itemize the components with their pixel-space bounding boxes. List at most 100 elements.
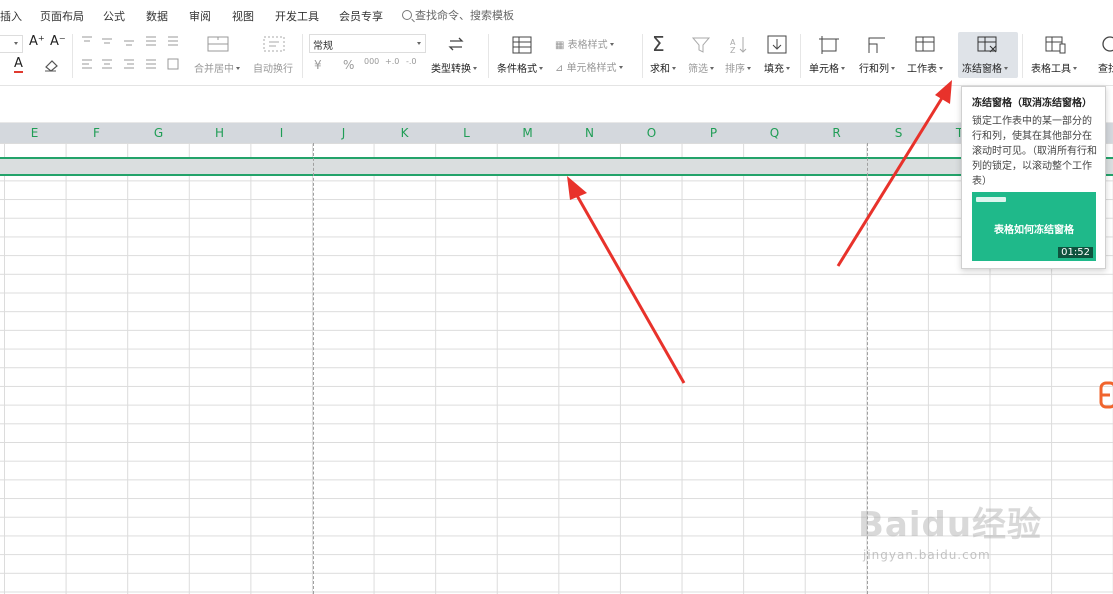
align-left-icon[interactable]	[80, 57, 180, 71]
tooltip-title: 冻结窗格（取消冻结窗格）	[972, 98, 1092, 109]
chevron-down-icon	[891, 67, 895, 70]
ribbon-toolbar: A⁺ A⁻ A 合并居中 自动换行 常规 ¥ % 000 +.0 -.0 类型转…	[0, 30, 1113, 86]
fill-icon[interactable]	[767, 35, 787, 55]
menu-data[interactable]: 数据	[146, 8, 168, 24]
font-color-button[interactable]: A	[14, 57, 23, 73]
column-header-k[interactable]: K	[374, 126, 435, 140]
wrap-text-button[interactable]: 自动换行	[253, 60, 293, 75]
worksheet-icon[interactable]	[915, 36, 935, 54]
find-button[interactable]: 查找	[1098, 60, 1113, 75]
row-col-button[interactable]: 行和列	[859, 60, 895, 75]
sum-icon[interactable]: Σ	[652, 32, 665, 56]
column-header-r[interactable]: R	[806, 126, 867, 140]
font-decrease-button[interactable]: A⁻	[50, 34, 66, 49]
menu-review[interactable]: 审阅	[189, 8, 211, 24]
freeze-panes-button[interactable]: 冻结窗格	[958, 32, 1018, 78]
video-title: 表格如何冻结窗格	[994, 225, 1074, 236]
menu-insert[interactable]: 插入	[0, 8, 22, 24]
column-header-l[interactable]: L	[436, 126, 497, 140]
chevron-down-icon	[236, 67, 240, 70]
fill-button[interactable]: 填充	[764, 60, 790, 75]
column-header-q[interactable]: Q	[744, 126, 805, 140]
column-header-o[interactable]: O	[621, 126, 682, 140]
chevron-down-icon	[1073, 67, 1077, 70]
worksheet-button[interactable]: 工作表	[907, 60, 943, 75]
table-tools-icon[interactable]	[1045, 36, 1067, 54]
decimal-increase-button[interactable]: +.0	[385, 57, 399, 66]
formula-bar[interactable]	[0, 86, 1113, 123]
wrap-text-icon[interactable]	[263, 36, 285, 52]
menu-bar: 插入 页面布局 公式 数据 审阅 视图 开发工具 会员专享 查找命令、搜索模板	[0, 0, 1113, 30]
watermark-logo: Baidu经验	[858, 505, 1043, 545]
menu-member[interactable]: 会员专享	[339, 8, 383, 24]
conditional-format-button[interactable]: 条件格式	[497, 60, 543, 75]
filter-button[interactable]: 筛选	[688, 60, 714, 75]
chevron-down-icon	[609, 43, 614, 46]
menu-developer[interactable]: 开发工具	[275, 8, 319, 24]
tutorial-video[interactable]: 表格如何冻结窗格 01:52	[972, 192, 1096, 261]
chevron-down-icon	[747, 67, 751, 70]
chevron-down-icon	[1004, 67, 1008, 70]
column-header-h[interactable]: H	[189, 126, 250, 140]
percent-button[interactable]: %	[343, 58, 354, 72]
type-convert-button[interactable]: 类型转换	[431, 60, 477, 75]
sort-button[interactable]: 排序	[725, 60, 751, 75]
cell-button[interactable]: 单元格	[809, 60, 845, 75]
cell-style-button[interactable]: ⊿ 单元格样式	[555, 59, 623, 74]
menu-view[interactable]: 视图	[232, 8, 254, 24]
chevron-down-icon	[473, 67, 477, 70]
command-search[interactable]: 查找命令、搜索模板	[402, 7, 514, 23]
video-duration: 01:52	[1058, 247, 1093, 258]
column-header-n[interactable]: N	[559, 126, 620, 140]
column-header-i[interactable]: I	[251, 126, 312, 140]
column-header-m[interactable]: M	[497, 126, 558, 140]
column-header-f[interactable]: F	[66, 126, 127, 140]
number-format-select[interactable]: 常规	[309, 34, 426, 53]
page-break-line	[313, 143, 314, 594]
chevron-down-icon	[786, 67, 790, 70]
chevron-down-icon	[841, 67, 845, 70]
cell-icon[interactable]	[819, 36, 839, 54]
freeze-panes-tooltip: 冻结窗格（取消冻结窗格） 锁定工作表中的某一部分的行和列，使其在其他部分在滚动时…	[961, 86, 1106, 269]
column-header-e[interactable]: E	[4, 126, 65, 140]
sort-icon[interactable]: AZ	[729, 35, 749, 55]
chevron-down-icon	[618, 66, 623, 69]
menu-page-layout[interactable]: 页面布局	[40, 8, 84, 24]
chevron-down-icon	[14, 42, 18, 45]
search-icon	[402, 10, 412, 20]
menu-formulas[interactable]: 公式	[103, 8, 125, 24]
thousands-button[interactable]: 000	[364, 57, 379, 66]
selected-row[interactable]	[0, 157, 1113, 176]
column-header-j[interactable]: J	[313, 126, 374, 140]
tooltip-body: 锁定工作表中的某一部分的行和列，使其在其他部分在滚动时可见。（取消所有行和列的锁…	[972, 116, 1097, 187]
column-header-s[interactable]: S	[868, 126, 929, 140]
chevron-down-icon	[672, 67, 676, 70]
chevron-down-icon	[710, 67, 714, 70]
side-floating-icon[interactable]	[1098, 381, 1113, 409]
merge-center-icon[interactable]	[207, 36, 229, 52]
eraser-icon[interactable]	[43, 58, 63, 72]
command-search-placeholder: 查找命令、搜索模板	[415, 9, 514, 22]
align-top-icon[interactable]	[80, 34, 180, 48]
table-style-button[interactable]: ▦ 表格样式	[555, 36, 614, 51]
decimal-decrease-button[interactable]: -.0	[406, 57, 417, 66]
find-icon[interactable]	[1101, 35, 1113, 53]
video-logo	[976, 197, 1006, 202]
table-tools-button[interactable]: 表格工具	[1031, 60, 1077, 75]
filter-icon[interactable]	[692, 36, 710, 54]
chevron-down-icon	[539, 67, 543, 70]
conditional-format-icon[interactable]	[512, 36, 532, 54]
chevron-down-icon	[939, 67, 943, 70]
merge-center-button[interactable]: 合并居中	[194, 60, 240, 75]
freeze-panes-label: 冻结窗格	[962, 60, 1008, 75]
column-header-g[interactable]: G	[128, 126, 189, 140]
type-convert-icon[interactable]	[446, 36, 466, 52]
watermark-url: jingyan.baidu.com	[863, 548, 991, 562]
freeze-panes-icon	[977, 36, 999, 54]
column-header-p[interactable]: P	[683, 126, 744, 140]
currency-button[interactable]: ¥	[314, 58, 322, 72]
font-increase-button[interactable]: A⁺	[29, 34, 45, 49]
row-col-icon[interactable]	[867, 36, 887, 54]
sum-button[interactable]: 求和	[650, 60, 676, 75]
font-size-select[interactable]	[0, 35, 23, 53]
